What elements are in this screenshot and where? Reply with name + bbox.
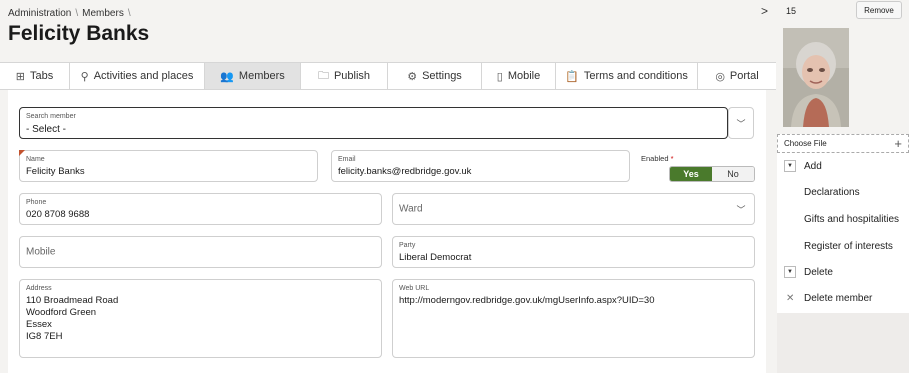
web-url-value: http://moderngov.redbridge.gov.uk/mgUser… [399, 295, 655, 306]
tab-settings[interactable]: ⚙ Settings [388, 63, 482, 89]
tab-bar: ⊞ Tabs ⚲ Activities and places 👥 Members… [0, 62, 776, 90]
breadcrumb-administration[interactable]: Administration [8, 8, 71, 19]
tab-portal[interactable]: ◎ Portal [698, 63, 776, 89]
compass-icon: ◎ [715, 70, 725, 83]
email-label: Email [338, 156, 356, 163]
caret-down-icon: ▼ [784, 266, 796, 278]
enabled-yes-option[interactable]: Yes [670, 167, 712, 181]
search-member-value: - Select - [26, 124, 67, 135]
breadcrumb-members[interactable]: Members [82, 8, 124, 19]
tab-publish[interactable]: 🗀 Publish [301, 63, 388, 89]
party-label: Party [399, 242, 416, 249]
folder-icon: 🗀 [317, 69, 329, 82]
search-member-dropdown-button[interactable]: ﹀ [728, 107, 754, 139]
collapse-sidebar-button[interactable]: > [753, 0, 776, 22]
caret-down-icon: ▼ [784, 160, 796, 172]
delete-member-label: Delete member [804, 292, 873, 304]
tab-mobile[interactable]: ▯ Mobile [482, 63, 556, 89]
email-field[interactable]: Email felicity.banks@redbridge.gov.uk [331, 150, 630, 182]
enabled-label: Enabled * [641, 154, 674, 163]
mobile-field[interactable]: Mobile [19, 236, 382, 268]
web-url-field[interactable]: Web URL http://moderngov.redbridge.gov.u… [392, 279, 755, 358]
required-star: * [670, 154, 674, 163]
sidebar-item-label: Declarations [804, 186, 860, 198]
member-photo [783, 28, 849, 127]
email-value: felicity.banks@redbridge.gov.uk [338, 166, 472, 177]
party-field[interactable]: Party Liberal Democrat [392, 236, 755, 268]
sidebar-actions: ▼ Add Declarations Gifts and hospitaliti… [777, 153, 909, 313]
sidebar-item-label: Register of interests [804, 240, 893, 252]
breadcrumb-separator: \ [75, 8, 79, 19]
choose-file-label: Choose File [784, 139, 827, 148]
breadcrumb: Administration \ Members \ [8, 8, 131, 19]
sidebar-item-declarations[interactable]: Declarations [777, 179, 909, 205]
mobile-icon: ▯ [496, 70, 503, 83]
tab-label: Mobile [507, 70, 541, 82]
web-url-label: Web URL [399, 285, 430, 292]
phone-label: Phone [26, 199, 47, 206]
enabled-label-text: Enabled [641, 154, 669, 163]
delete-member-button[interactable]: ✕ Delete member [777, 285, 909, 311]
delete-group-toggle[interactable]: ▼ Delete [777, 259, 909, 285]
enabled-no-option[interactable]: No [712, 167, 754, 181]
address-field[interactable]: Address 110 Broadmead Road Woodford Gree… [19, 279, 382, 358]
tab-label: Activities and places [93, 70, 194, 82]
location-pin-icon: ⚲ [80, 70, 89, 83]
tab-label: Tabs [29, 70, 54, 82]
chevron-down-icon: ﹀ [736, 204, 746, 215]
table-icon: ⊞ [15, 70, 25, 83]
sidebar-empty-area [777, 313, 909, 373]
add-group-label: Add [804, 160, 822, 172]
add-group-toggle[interactable]: ▼ Add [777, 153, 909, 179]
sidebar-item-register-of-interests[interactable]: Register of interests [777, 233, 909, 259]
tab-label: Portal [729, 70, 759, 82]
enabled-toggle[interactable]: Yes No [669, 166, 755, 182]
delete-group-label: Delete [804, 266, 833, 278]
phone-field[interactable]: Phone 020 8708 9688 [19, 193, 382, 225]
tab-members[interactable]: 👥 Members [205, 63, 301, 89]
clipboard-icon: 📋 [565, 70, 579, 83]
search-member-label: Search member [26, 113, 76, 120]
choose-file-button[interactable]: Choose File + [777, 134, 909, 153]
ward-select[interactable]: Ward ﹀ [392, 193, 755, 225]
search-member-select[interactable]: Search member - Select - [19, 107, 728, 139]
breadcrumb-separator: \ [127, 8, 131, 19]
tab-tabs[interactable]: ⊞ Tabs [0, 63, 70, 89]
ward-placeholder: Ward [399, 203, 423, 215]
gears-icon: ⚙ [407, 70, 418, 83]
member-portrait-image [783, 28, 849, 127]
address-label: Address [26, 285, 52, 292]
close-icon: ✕ [786, 292, 795, 304]
remove-photo-button[interactable]: Remove [856, 1, 902, 19]
member-form: Search member - Select - ﹀ Name Felicity… [8, 90, 766, 373]
member-count: 15 [786, 6, 797, 16]
sidebar-item-label: Gifts and hospitalities [804, 213, 900, 225]
plus-icon: + [894, 136, 902, 151]
tab-label: Settings [422, 70, 462, 82]
tab-activities-and-places[interactable]: ⚲ Activities and places [70, 63, 205, 89]
tab-label: Publish [333, 70, 371, 82]
chevron-down-icon: ﹀ [736, 118, 746, 129]
tab-label: Terms and conditions [583, 70, 688, 82]
page-title: Felicity Banks [8, 22, 150, 45]
tab-terms-and-conditions[interactable]: 📋 Terms and conditions [556, 63, 698, 89]
tab-label: Members [238, 70, 285, 82]
sidebar-item-gifts-and-hospitalities[interactable]: Gifts and hospitalities [777, 206, 909, 232]
name-label: Name [26, 156, 45, 163]
name-value: Felicity Banks [26, 166, 85, 177]
party-value: Liberal Democrat [399, 252, 472, 263]
users-icon: 👥 [220, 70, 234, 83]
required-indicator [19, 150, 25, 156]
phone-value: 020 8708 9688 [26, 209, 90, 220]
mobile-placeholder: Mobile [26, 246, 56, 258]
name-field[interactable]: Name Felicity Banks [19, 150, 318, 182]
address-value: 110 Broadmead Road Woodford Green Essex … [26, 295, 119, 342]
